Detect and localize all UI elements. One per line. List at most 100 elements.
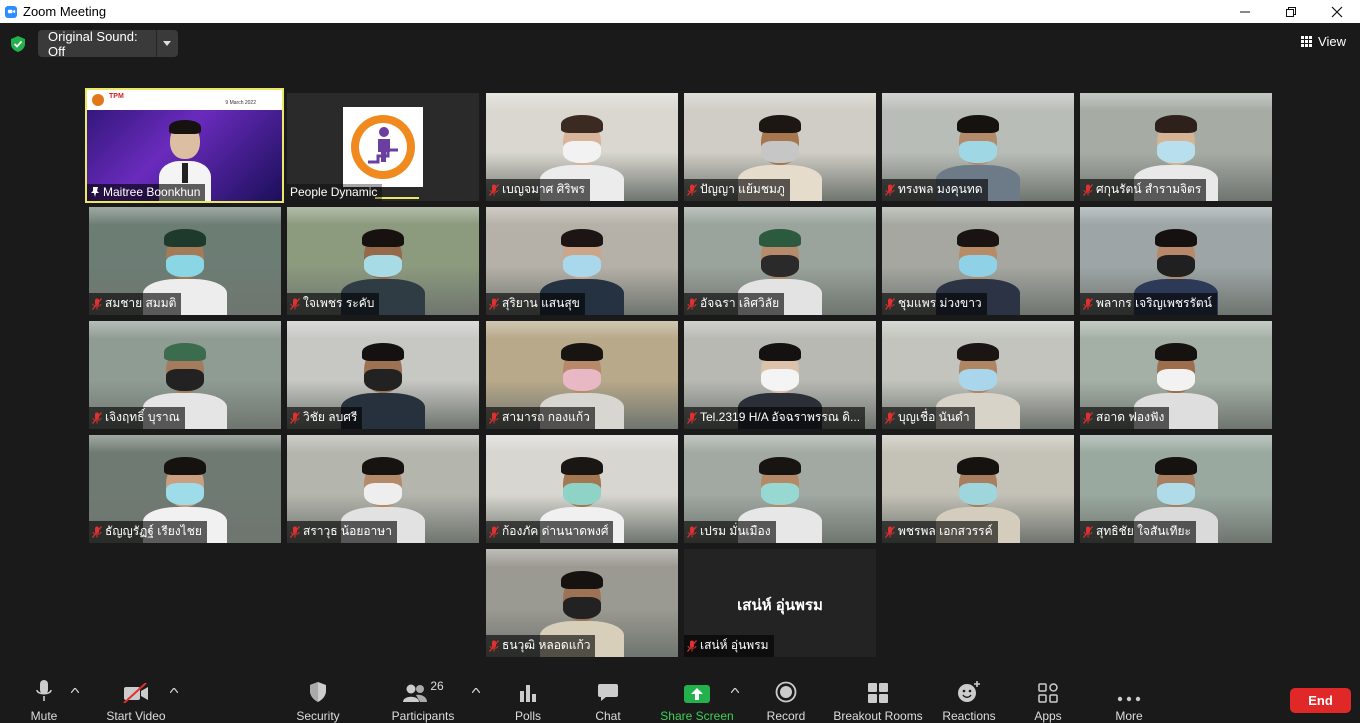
close-icon — [1331, 6, 1343, 17]
participant-video-tile[interactable]: เบญจมาศ ศิริพร — [486, 93, 678, 201]
original-sound-control[interactable]: Original Sound: Off — [38, 29, 178, 59]
participant-video-tile[interactable]: ศกุนรัตน์ สำรามจิตร — [1080, 93, 1272, 201]
polls-button[interactable]: Polls — [510, 677, 546, 723]
breakout-rooms-icon — [868, 683, 888, 703]
end-meeting-button[interactable]: End — [1290, 688, 1351, 713]
participant-name-label: เบญจมาศ ศิริพร — [486, 179, 590, 201]
participant-name-label: ปัญญา แย้มชมภู — [684, 179, 790, 201]
window-title: Zoom Meeting — [23, 4, 107, 19]
participant-name-label: อัจฉรา เลิศวิลัย — [684, 293, 785, 315]
participant-name-label: ศกุนรัตน์ สำรามจิตร — [1080, 179, 1207, 201]
muted-microphone-icon — [489, 411, 499, 424]
participants-button[interactable]: 26 Participants — [390, 677, 456, 723]
muted-microphone-icon — [885, 525, 895, 538]
participant-video-tile[interactable]: People Dynamic — [287, 93, 479, 201]
title-bar: Zoom Meeting — [0, 0, 1360, 23]
participant-video-tile[interactable]: ใจเพชร ระคับ — [287, 207, 479, 315]
original-sound-dropdown-button[interactable] — [155, 30, 178, 57]
participant-video-tile[interactable]: ปัญญา แย้มชมภู — [684, 93, 876, 201]
encryption-shield-icon[interactable] — [11, 36, 25, 52]
security-button[interactable]: Security — [293, 677, 343, 723]
restore-icon — [1286, 6, 1296, 17]
muted-microphone-icon — [489, 639, 499, 652]
audio-options-caret[interactable] — [70, 685, 80, 696]
muted-microphone-icon — [885, 297, 895, 310]
participant-video-tile[interactable]: บุญเชื่อ นันดำ — [882, 321, 1074, 429]
participant-name-label: ก้องภัค ด่านนาดพงศ์ — [486, 521, 614, 543]
participant-video-tile[interactable]: ก้องภัค ด่านนาดพงศ์ — [486, 435, 678, 543]
mute-button[interactable]: Mute — [22, 677, 66, 723]
muted-microphone-icon — [687, 297, 697, 310]
chevron-down-icon — [163, 41, 172, 46]
participant-name-label: พชรพล เอกสวรรค์ — [882, 521, 998, 543]
share-screen-button[interactable]: Share Screen — [660, 677, 734, 723]
participant-name-label: ชุมแพร ม่วงขาว — [882, 293, 987, 315]
participant-name-label: ธนวุฒิ หลอดแก้ว — [486, 635, 596, 657]
muted-microphone-icon — [290, 297, 300, 310]
chat-button[interactable]: Chat — [590, 677, 626, 723]
participant-name-label: สอาด ฟองฟัง — [1080, 407, 1170, 429]
start-video-button[interactable]: Start Video — [104, 677, 168, 723]
participant-name-label: สราวุธ น้อยอาษา — [287, 521, 397, 543]
muted-microphone-icon — [290, 411, 300, 424]
chevron-up-icon — [471, 686, 481, 694]
participant-video-tile[interactable]: Tel.2319 H/A อัจฉราพรรณ ดิ... — [684, 321, 876, 429]
participant-video-tile[interactable]: ทรงพล มงคุนทด — [882, 93, 1074, 201]
close-button[interactable] — [1314, 0, 1360, 23]
participant-name-label: ทรงพล มงคุนทด — [882, 179, 988, 201]
chevron-up-icon — [730, 686, 740, 694]
participant-video-tile[interactable]: ชุมแพร ม่วงขาว — [882, 207, 1074, 315]
participant-name-label: วิชัย ลบศรี — [287, 407, 363, 429]
apps-icon — [1038, 683, 1058, 703]
participant-video-tile[interactable]: สามารถ กองแก้ว — [486, 321, 678, 429]
participants-options-caret[interactable] — [471, 685, 481, 696]
muted-microphone-icon — [92, 297, 102, 310]
apps-button[interactable]: Apps — [1030, 677, 1066, 723]
participant-name-label: เสน่ห์ อุ่นพรม — [684, 635, 774, 657]
slide-date-text: 9 March 2022 — [225, 100, 256, 106]
participant-video-tile[interactable]: สราวุธ น้อยอาษา — [287, 435, 479, 543]
participant-video-tile[interactable]: ธัญญรัฏฐ์ เรียงไชย — [89, 435, 281, 543]
participant-video-tile[interactable]: เปรม มั่นเมือง — [684, 435, 876, 543]
chevron-up-icon — [169, 686, 179, 694]
participant-name-label: เจิงฤทธิ์ บุราณ — [89, 407, 185, 429]
participant-name-label: สมชาย สมมติ — [89, 293, 182, 315]
record-button[interactable]: Record — [764, 677, 808, 723]
breakout-rooms-button[interactable]: Breakout Rooms — [832, 677, 924, 723]
participant-video-tile[interactable]: วิชัย ลบศรี — [287, 321, 479, 429]
participant-video-tile[interactable]: พลากร เจริญเพชรรัตน์ — [1080, 207, 1272, 315]
original-sound-label[interactable]: Original Sound: Off — [38, 29, 156, 59]
participant-video-tile[interactable]: พชรพล เอกสวรรค์ — [882, 435, 1074, 543]
minimize-icon — [1240, 11, 1250, 12]
participant-video-tile[interactable]: เสน่ห์ อุ่นพรม เสน่ห์ อุ่นพรม — [684, 549, 876, 657]
reactions-button[interactable]: Reactions — [940, 677, 998, 723]
share-screen-icon — [684, 685, 710, 703]
more-button[interactable]: More — [1110, 677, 1148, 723]
participant-video-tile[interactable]: TPM 9 March 2022 Maitree Boonkhun — [85, 88, 284, 203]
video-off-icon — [123, 683, 148, 703]
minimize-button[interactable] — [1222, 0, 1268, 23]
host-pin-icon — [91, 187, 99, 197]
zoom-logo-icon — [5, 5, 17, 18]
participant-video-tile[interactable]: สุริยาน แสนสุข — [486, 207, 678, 315]
participant-video-tile[interactable]: สุทธิชัย ใจสันเทียะ — [1080, 435, 1272, 543]
shield-icon — [310, 682, 326, 702]
participant-name-label: สุทธิชัย ใจสันเทียะ — [1080, 521, 1196, 543]
slide-header-text: TPM — [109, 93, 124, 100]
reactions-icon — [958, 681, 980, 702]
participant-name-label: สามารถ กองแก้ว — [486, 407, 595, 429]
muted-microphone-icon — [92, 411, 102, 424]
participant-video-tile[interactable]: เจิงฤทธิ์ บุราณ — [89, 321, 281, 429]
participant-video-tile[interactable]: สมชาย สมมติ — [89, 207, 281, 315]
share-options-caret[interactable] — [730, 685, 740, 696]
participant-video-tile[interactable]: สอาด ฟองฟัง — [1080, 321, 1272, 429]
muted-microphone-icon — [489, 525, 499, 538]
restore-button[interactable] — [1268, 0, 1314, 23]
muted-microphone-icon — [489, 297, 499, 310]
participant-video-tile[interactable]: ธนวุฒิ หลอดแก้ว — [486, 549, 678, 657]
participant-video-tile[interactable]: อัจฉรา เลิศวิลัย — [684, 207, 876, 315]
participant-name-label: ใจเพชร ระคับ — [287, 293, 380, 315]
view-button[interactable]: View — [1301, 34, 1346, 49]
video-options-caret[interactable] — [169, 685, 179, 696]
muted-microphone-icon — [687, 411, 697, 424]
